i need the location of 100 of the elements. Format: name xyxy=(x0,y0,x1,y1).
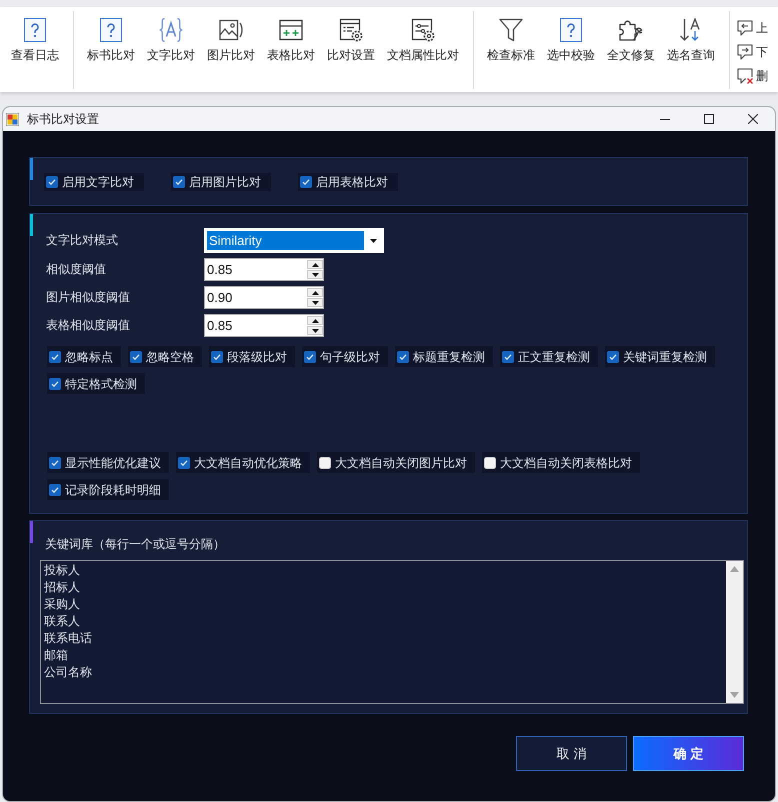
checkbox-label: 忽略空格 xyxy=(146,348,194,364)
document-sliders-icon xyxy=(411,18,435,42)
minimize-icon xyxy=(660,118,670,120)
checkbox-option[interactable]: 大文档自动关闭表格比对 xyxy=(482,452,640,473)
field-label: 相似度阈值 xyxy=(46,261,106,278)
checkbox-label: 正文重复检测 xyxy=(518,348,590,364)
cancel-button[interactable]: 取 消 xyxy=(516,736,627,771)
number-spinner[interactable]: 0.85 xyxy=(204,314,324,337)
checkbox[interactable] xyxy=(49,350,61,362)
caret-down-icon xyxy=(370,238,377,242)
spin-down-button[interactable] xyxy=(307,270,323,279)
keyword-line: 公司名称 xyxy=(44,664,92,681)
checkbox[interactable] xyxy=(502,350,514,362)
caret-down-icon xyxy=(312,328,318,332)
checkbox-option[interactable]: 句子级比对 xyxy=(302,346,388,367)
checkbox-option[interactable]: 显示性能优化建议 xyxy=(47,452,169,473)
checkbox-label: 启用表格比对 xyxy=(316,174,388,190)
help-icon xyxy=(99,18,123,42)
checkbox-label: 句子级比对 xyxy=(320,348,380,364)
checkbox[interactable] xyxy=(319,456,331,468)
checkbox-option[interactable]: 大文档自动关闭图片比对 xyxy=(317,452,475,473)
field-label: 图片相似度阈值 xyxy=(46,289,130,306)
help-icon xyxy=(23,18,47,42)
toolbar-button[interactable]: 图片比对 xyxy=(201,7,261,63)
checkbox[interactable] xyxy=(178,456,190,468)
document-gear-icon xyxy=(339,18,363,42)
letter-braces-icon xyxy=(159,18,183,42)
caret-up-icon xyxy=(312,318,318,322)
checkbox[interactable] xyxy=(607,350,619,362)
help-icon xyxy=(559,18,583,42)
checkbox-option[interactable]: 标题重复检测 xyxy=(395,346,493,367)
keyword-label: 关键词库（每行一个或逗号分隔） xyxy=(44,536,225,552)
checkbox[interactable] xyxy=(211,350,223,362)
checkbox-option[interactable]: 段落级比对 xyxy=(209,346,295,367)
checkbox[interactable] xyxy=(173,176,185,188)
checkbox[interactable] xyxy=(397,350,409,362)
checkbox-label: 显示性能优化建议 xyxy=(65,454,161,470)
toolbar-button[interactable]: 文档属性比对 xyxy=(381,7,465,63)
keyword-line: 招标人 xyxy=(44,579,80,596)
checkbox-label: 关键词重复检测 xyxy=(623,348,707,364)
checkbox-option[interactable]: 关键词重复检测 xyxy=(605,346,715,367)
checkbox[interactable] xyxy=(304,350,316,362)
checkbox-label: 特定格式检测 xyxy=(65,376,137,392)
spin-up-button[interactable] xyxy=(307,316,323,325)
toolbar-button[interactable]: 删 xyxy=(737,68,768,84)
checkbox-label: 启用图片比对 xyxy=(189,174,261,190)
comment-arrow-left-icon xyxy=(737,20,753,36)
checkbox-option[interactable]: 忽略标点 xyxy=(47,346,121,367)
toolbar-button[interactable]: 文字比对 xyxy=(141,7,201,63)
funnel-icon xyxy=(499,18,523,42)
spin-down-button[interactable] xyxy=(307,326,323,335)
checkbox[interactable] xyxy=(130,350,142,362)
checkbox-option[interactable]: 记录阶段耗时明细 xyxy=(47,479,169,500)
toolbar-button[interactable]: 表格比对 xyxy=(261,7,321,63)
toolbar-button[interactable]: 检查标准 xyxy=(481,7,541,63)
checkbox-option[interactable]: 启用文字比对 xyxy=(44,173,144,191)
maximize-icon xyxy=(704,114,714,124)
keyword-line: 联系人 xyxy=(44,613,80,630)
toolbar-button[interactable]: 标书比对 xyxy=(81,7,141,63)
checkbox-option[interactable]: 忽略空格 xyxy=(128,346,202,367)
caret-down-icon xyxy=(312,300,318,304)
keyword-line: 联系电话 xyxy=(44,630,92,647)
caret-down-icon xyxy=(312,272,318,276)
checkbox-label: 大文档自动关闭图片比对 xyxy=(335,454,467,470)
keyword-textarea[interactable]: 投标人 招标人 采购人 联系人 联系电话 邮箱 公司名称 xyxy=(40,560,744,704)
checkbox[interactable] xyxy=(49,456,61,468)
toolbar-button[interactable]: 比对设置 xyxy=(321,7,381,63)
toolbar-button[interactable]: 选名查询 xyxy=(661,7,721,63)
close-icon xyxy=(748,114,758,124)
toolbar-button[interactable]: 上 xyxy=(737,20,768,36)
checkbox-label: 段落级比对 xyxy=(227,348,287,364)
checkbox[interactable] xyxy=(484,456,496,468)
checkbox-label: 大文档自动优化策略 xyxy=(194,454,302,470)
checkbox-option[interactable]: 特定格式检测 xyxy=(47,373,145,394)
checkbox-label: 启用文字比对 xyxy=(62,174,134,190)
spin-up-button[interactable] xyxy=(307,260,323,269)
toolbar-button[interactable]: 全文修复 xyxy=(601,7,661,63)
confirm-button[interactable]: 确 定 xyxy=(633,736,744,771)
comment-arrow-right-icon xyxy=(737,44,753,60)
keyword-line: 邮箱 xyxy=(44,647,68,664)
image-icon xyxy=(219,18,243,42)
dropdown[interactable]: Similarity xyxy=(204,228,384,253)
checkbox[interactable] xyxy=(49,378,61,390)
table-icon xyxy=(279,18,303,42)
checkbox-option[interactable]: 启用图片比对 xyxy=(171,173,271,191)
checkbox[interactable] xyxy=(49,484,61,496)
keyword-line: 采购人 xyxy=(44,596,80,613)
number-spinner[interactable]: 0.90 xyxy=(204,286,324,309)
checkbox[interactable] xyxy=(46,176,58,188)
spin-up-button[interactable] xyxy=(307,288,323,297)
checkbox[interactable] xyxy=(300,176,312,188)
checkbox-option[interactable]: 大文档自动优化策略 xyxy=(176,452,310,473)
checkbox-option[interactable]: 正文重复检测 xyxy=(500,346,598,367)
toolbar-button[interactable]: 查看日志 xyxy=(5,7,65,63)
toolbar-button[interactable]: 选中校验 xyxy=(541,7,601,63)
spin-down-button[interactable] xyxy=(307,298,323,307)
checkbox-label: 忽略标点 xyxy=(65,348,113,364)
checkbox-option[interactable]: 启用表格比对 xyxy=(298,173,398,191)
number-spinner[interactable]: 0.85 xyxy=(204,258,324,281)
toolbar-button[interactable]: 下 xyxy=(737,44,768,60)
